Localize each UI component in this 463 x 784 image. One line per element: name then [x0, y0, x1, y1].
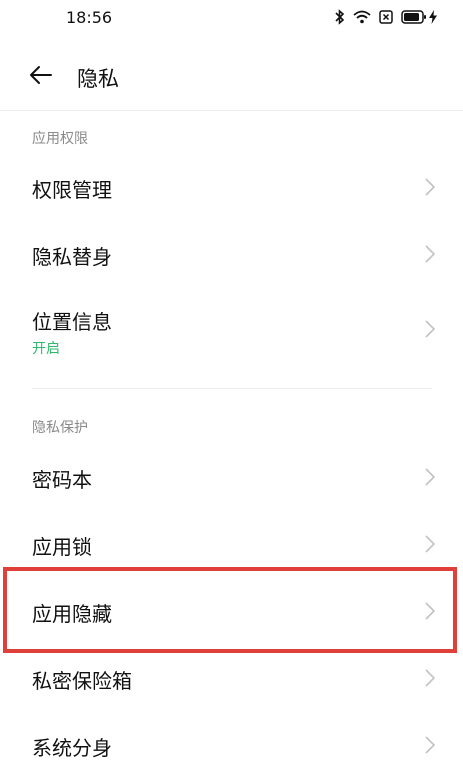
sim-x-icon — [379, 10, 393, 24]
status-bar: 18:56 — [0, 0, 463, 38]
row-label: 权限管理 — [32, 178, 112, 202]
row-app-hide[interactable]: 应用隐藏 — [0, 578, 463, 644]
chevron-right-icon — [425, 178, 436, 196]
app-header: 隐私 — [0, 38, 463, 111]
chevron-right-icon — [425, 320, 436, 338]
row-label: 应用隐藏 — [32, 602, 112, 626]
status-time: 18:56 — [66, 8, 113, 27]
row-label: 应用锁 — [32, 535, 92, 559]
back-button[interactable] — [26, 62, 56, 92]
row-system-clone[interactable]: 系统分身 — [0, 712, 463, 778]
bluetooth-icon — [335, 9, 345, 25]
row-label: 隐私替身 — [32, 245, 112, 269]
row-location-info[interactable]: 位置信息 开启 — [0, 288, 463, 368]
section-divider — [32, 388, 432, 389]
row-privacy-substitute[interactable]: 隐私替身 — [0, 221, 463, 287]
row-private-safe[interactable]: 私密保险箱 — [0, 645, 463, 711]
row-label: 系统分身 — [32, 736, 112, 760]
row-app-lock[interactable]: 应用锁 — [0, 511, 463, 577]
section-header-privacy-protection: 隐私保护 — [32, 420, 88, 436]
chevron-right-icon — [425, 736, 436, 754]
wifi-icon — [353, 10, 371, 24]
row-permission-management[interactable]: 权限管理 — [0, 154, 463, 220]
row-label: 密码本 — [32, 468, 92, 492]
chevron-right-icon — [425, 535, 436, 553]
chevron-right-icon — [425, 602, 436, 620]
section-header-app-permissions: 应用权限 — [32, 131, 88, 147]
row-label: 私密保险箱 — [32, 669, 132, 693]
row-password-book[interactable]: 密码本 — [0, 444, 463, 510]
charging-icon — [429, 10, 437, 24]
chevron-right-icon — [425, 468, 436, 486]
chevron-right-icon — [425, 669, 436, 687]
page-title: 隐私 — [77, 67, 119, 91]
battery-icon — [401, 10, 427, 24]
location-status: 开启 — [32, 341, 60, 357]
status-icons — [335, 9, 437, 25]
chevron-right-icon — [425, 245, 436, 263]
arrow-left-icon — [29, 65, 53, 89]
row-label: 位置信息 — [32, 310, 112, 334]
